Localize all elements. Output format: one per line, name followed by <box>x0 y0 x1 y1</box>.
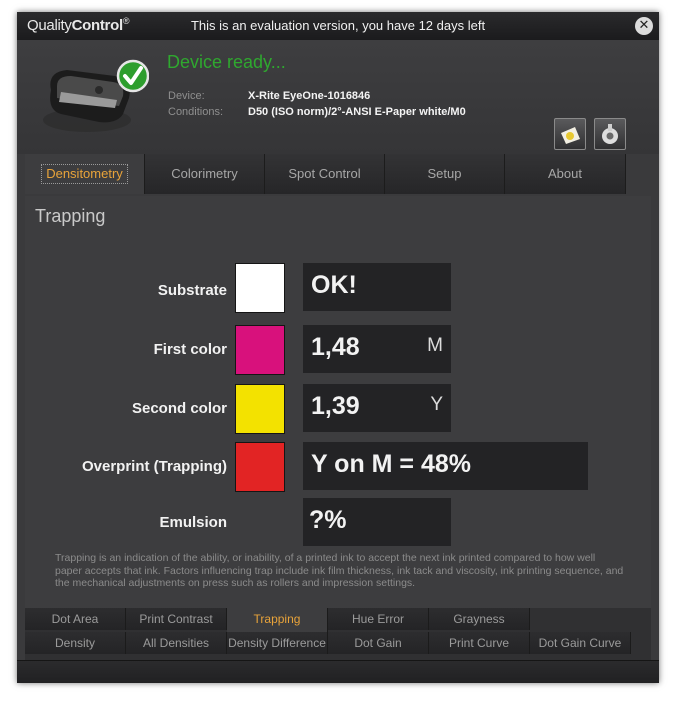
device-value: X-Rite EyeOne-1016846 <box>248 90 371 102</box>
app-window: QualityControl® This is an evaluation ve… <box>17 12 659 683</box>
second-color-swatch <box>235 384 285 434</box>
subtab-dot-gain-curve[interactable]: Dot Gain Curve <box>530 632 631 654</box>
substrate-swatch <box>235 263 285 313</box>
tab-setup[interactable]: Setup <box>385 154 505 194</box>
subtab-all-densities[interactable]: All Densities <box>126 632 227 654</box>
second-color-value-box: 1,39 Y <box>303 384 451 432</box>
tab-about[interactable]: About <box>505 154 626 194</box>
overprint-swatch <box>235 442 285 492</box>
subtab-density[interactable]: Density <box>25 632 126 654</box>
subtab-print-curve[interactable]: Print Curve <box>429 632 530 654</box>
emulsion-label: Emulsion <box>159 514 227 531</box>
second-color-value: 1,39 <box>311 392 360 420</box>
main-tabs: Densitometry Colorimetry Spot Control Se… <box>25 154 651 196</box>
first-color-value: 1,48 <box>311 333 360 361</box>
sub-tabs: Dot Area Print Contrast Trapping Hue Err… <box>25 608 651 660</box>
subtab-dot-area[interactable]: Dot Area <box>25 608 126 630</box>
tab-spot-control[interactable]: Spot Control <box>265 154 385 194</box>
first-color-value-box: 1,48 M <box>303 325 451 373</box>
device-status: Device ready... <box>167 52 286 72</box>
first-color-label: First color <box>153 341 227 358</box>
first-color-swatch <box>235 325 285 375</box>
device-icon <box>602 124 618 144</box>
conditions-label: Conditions: <box>168 106 224 118</box>
overprint-value-box: Y on M = 48% <box>303 442 588 490</box>
overprint-label: Overprint (Trapping) <box>81 458 227 475</box>
substrate-label: Substrate <box>157 282 227 299</box>
tab-colorimetry[interactable]: Colorimetry <box>145 154 265 194</box>
spectrophotometer-icon <box>43 59 149 132</box>
second-color-letter: Y <box>430 394 443 415</box>
subtab-hue-error[interactable]: Hue Error <box>328 608 429 630</box>
tab-densitometry[interactable]: Densitometry <box>25 154 145 194</box>
section-title: Trapping <box>35 206 106 226</box>
subtab-grayness[interactable]: Grayness <box>429 608 530 630</box>
subtab-trapping[interactable]: Trapping <box>227 608 328 632</box>
trapping-panel: Trapping Substrate OK! First color 1,48 … <box>25 196 651 608</box>
conditions-value: D50 (ISO norm)/2°-ANSI E-Paper white/M0 <box>248 106 466 118</box>
window-title: This is an evaluation version, you have … <box>190 18 486 33</box>
subtab-print-contrast[interactable]: Print Contrast <box>126 608 227 630</box>
status-bar <box>17 660 659 683</box>
overprint-value: Y on M = 48% <box>311 450 472 478</box>
first-color-letter: M <box>427 335 443 356</box>
calibrate-icon <box>561 127 580 144</box>
subtab-dot-gain[interactable]: Dot Gain <box>328 632 429 654</box>
close-icon: ✕ <box>638 18 650 33</box>
close-button[interactable]: ✕ <box>635 17 653 35</box>
second-color-label: Second color <box>131 400 227 417</box>
trapping-description: Trapping is an indication of the ability… <box>55 552 624 589</box>
device-settings-button[interactable] <box>594 118 626 150</box>
substrate-value: OK! <box>311 271 357 299</box>
calibrate-button[interactable] <box>554 118 586 150</box>
subtab-density-difference[interactable]: Density Difference <box>227 632 328 654</box>
device-label: Device: <box>168 90 205 102</box>
emulsion-value-box: ?% <box>303 498 451 546</box>
title-bar: QualityControl® This is an evaluation ve… <box>17 12 659 40</box>
substrate-value-box: OK! <box>303 263 451 311</box>
emulsion-value: ?% <box>309 506 347 534</box>
